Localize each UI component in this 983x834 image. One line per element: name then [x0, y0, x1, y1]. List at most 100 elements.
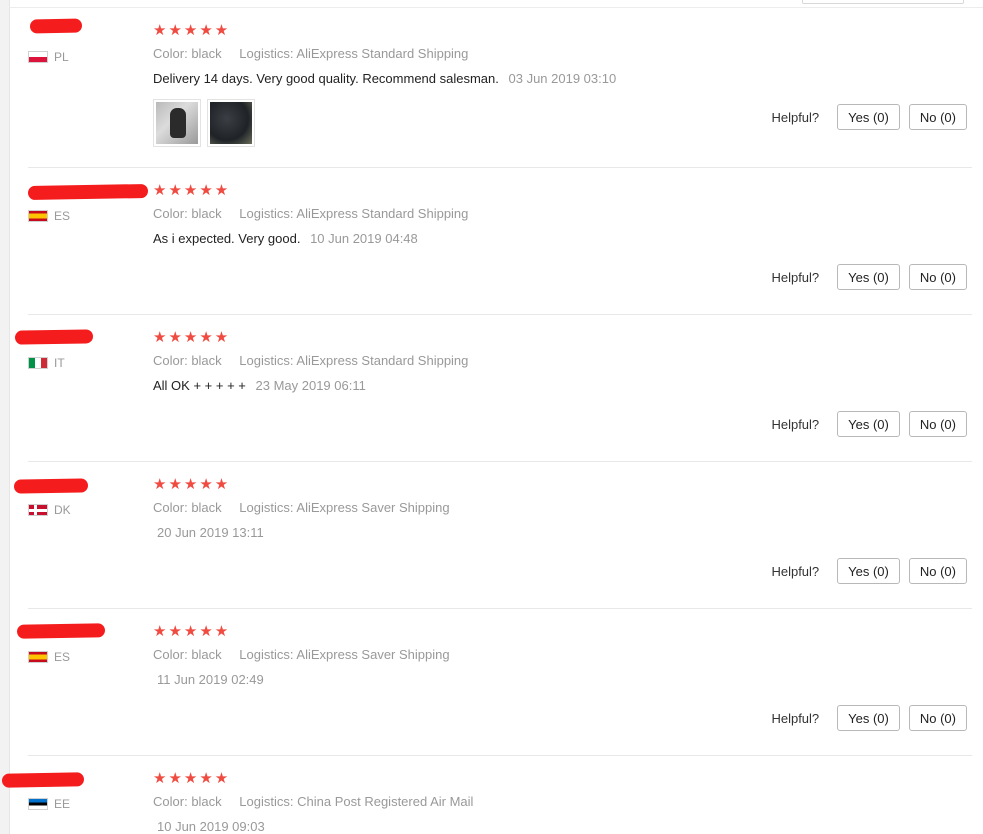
helpful-controls: Helpful? Yes (0) No (0) [771, 411, 967, 437]
flag-dk-icon [28, 504, 48, 516]
review-item: ES ★★★★★ Color: black Logistics: AliExpr… [28, 183, 972, 308]
star-rating: ★★★★★ [153, 329, 231, 346]
review-content: ★★★★★ Color: black Logistics: AliExpress… [153, 182, 468, 247]
review-divider [28, 608, 972, 609]
star-rating: ★★★★★ [153, 476, 231, 493]
review-text: As i expected. Very good. 10 Jun 2019 04… [153, 231, 468, 246]
reviewer-country: EE [28, 797, 70, 811]
review-photo-thumbnail[interactable] [207, 99, 255, 147]
helpful-no-button[interactable]: No (0) [908, 411, 967, 437]
review-item: EE ★★★★★ Color: black Logistics: China P… [28, 771, 972, 834]
review-divider [28, 755, 972, 756]
feedback-text: As i expected. Very good. [153, 231, 301, 246]
helpful-yes-button[interactable]: Yes (0) [837, 558, 900, 584]
star-rating: ★★★★★ [153, 22, 231, 39]
sort-select[interactable] [802, 0, 964, 4]
review-text: All OK + + + + + 23 May 2019 06:11 [153, 378, 468, 393]
flag-ee-icon [28, 798, 48, 810]
color-value: black [191, 500, 222, 515]
color-label: Color: [153, 353, 188, 368]
logistics-label: Logistics: [239, 46, 294, 61]
color-value: black [191, 353, 222, 368]
feedback-text: Delivery 14 days. Very good quality. Rec… [153, 71, 499, 86]
color-value: black [191, 647, 222, 662]
logistics-label: Logistics: [239, 206, 294, 221]
logistics-label: Logistics: [239, 353, 294, 368]
page-left-edge [0, 0, 10, 834]
review-meta: Color: black Logistics: China Post Regis… [153, 794, 473, 809]
helpful-no-button[interactable]: No (0) [908, 264, 967, 290]
review-date: 11 Jun 2019 02:49 [157, 672, 264, 687]
review-meta: Color: black Logistics: AliExpress Stand… [153, 206, 468, 221]
country-code: DK [54, 503, 71, 517]
review-content: ★★★★★ Color: black Logistics: AliExpress… [153, 476, 450, 541]
review-meta: Color: black Logistics: AliExpress Stand… [153, 353, 468, 368]
review-meta: Color: black Logistics: AliExpress Stand… [153, 46, 616, 61]
helpful-label: Helpful? [771, 416, 820, 432]
flag-es-icon [28, 651, 48, 663]
logistics-value: AliExpress Standard Shipping [296, 353, 469, 368]
logistics-value: AliExpress Standard Shipping [296, 206, 469, 221]
helpful-controls: Helpful? Yes (0) No (0) [771, 104, 967, 130]
country-code: ES [54, 209, 71, 223]
helpful-label: Helpful? [771, 269, 820, 285]
helpful-no-button[interactable]: No (0) [908, 705, 967, 731]
helpful-yes-button[interactable]: Yes (0) [837, 705, 900, 731]
country-code: IT [54, 356, 65, 370]
color-label: Color: [153, 46, 188, 61]
feedback-text: All OK + + + + + [153, 378, 246, 393]
reviewer-country: IT [28, 356, 65, 370]
logistics-label: Logistics: [239, 647, 294, 662]
review-meta: Color: black Logistics: AliExpress Saver… [153, 500, 450, 515]
review-content: ★★★★★ Color: black Logistics: AliExpress… [153, 623, 450, 688]
review-date: 23 May 2019 06:11 [255, 378, 366, 393]
country-code: ES [54, 650, 71, 664]
color-label: Color: [153, 794, 188, 809]
country-code: PL [54, 50, 69, 64]
logistics-label: Logistics: [239, 500, 294, 515]
star-rating: ★★★★★ [153, 182, 231, 199]
logistics-value: AliExpress Standard Shipping [296, 46, 469, 61]
star-rating: ★★★★★ [153, 623, 231, 640]
review-date: 10 Jun 2019 09:03 [157, 819, 265, 834]
flag-pl-icon [28, 51, 48, 63]
review-item: DK ★★★★★ Color: black Logistics: AliExpr… [28, 477, 972, 602]
review-date: 03 Jun 2019 03:10 [508, 71, 617, 86]
logistics-value: AliExpress Saver Shipping [296, 500, 450, 515]
review-item: PL ★★★★★ Color: black Logistics: AliExpr… [28, 23, 972, 163]
review-date: 20 Jun 2019 13:11 [157, 525, 264, 540]
helpful-controls: Helpful? Yes (0) No (0) [771, 264, 967, 290]
color-label: Color: [153, 206, 188, 221]
country-code: EE [54, 797, 71, 811]
reviewer-country: DK [28, 503, 71, 517]
review-divider [28, 461, 972, 462]
helpful-controls: Helpful? Yes (0) No (0) [771, 705, 967, 731]
review-item: ES ★★★★★ Color: black Logistics: AliExpr… [28, 624, 972, 749]
flag-es-icon [28, 210, 48, 222]
review-text: Delivery 14 days. Very good quality. Rec… [153, 71, 616, 86]
helpful-yes-button[interactable]: Yes (0) [837, 411, 900, 437]
star-rating: ★★★★★ [153, 770, 231, 787]
review-content: ★★★★★ Color: black Logistics: AliExpress… [153, 329, 468, 394]
helpful-no-button[interactable]: No (0) [908, 558, 967, 584]
review-photos [153, 99, 255, 147]
review-divider [28, 314, 972, 315]
review-content: ★★★★★ Color: black Logistics: China Post… [153, 771, 473, 834]
review-date: 10 Jun 2019 04:48 [310, 231, 418, 246]
review-photo-thumbnail[interactable] [153, 99, 201, 147]
helpful-label: Helpful? [771, 109, 820, 125]
color-value: black [191, 206, 222, 221]
helpful-yes-button[interactable]: Yes (0) [837, 104, 900, 130]
reviewer-country: ES [28, 209, 70, 223]
review-meta: Color: black Logistics: AliExpress Saver… [153, 647, 450, 662]
helpful-no-button[interactable]: No (0) [908, 104, 967, 130]
logistics-label: Logistics: [239, 794, 294, 809]
top-divider [9, 7, 983, 8]
review-item: IT ★★★★★ Color: black Logistics: AliExpr… [28, 330, 972, 455]
logistics-value: AliExpress Saver Shipping [296, 647, 450, 662]
helpful-yes-button[interactable]: Yes (0) [837, 264, 900, 290]
flag-it-icon [28, 357, 48, 369]
helpful-label: Helpful? [771, 710, 820, 726]
color-value: black [191, 794, 222, 809]
color-label: Color: [153, 647, 188, 662]
